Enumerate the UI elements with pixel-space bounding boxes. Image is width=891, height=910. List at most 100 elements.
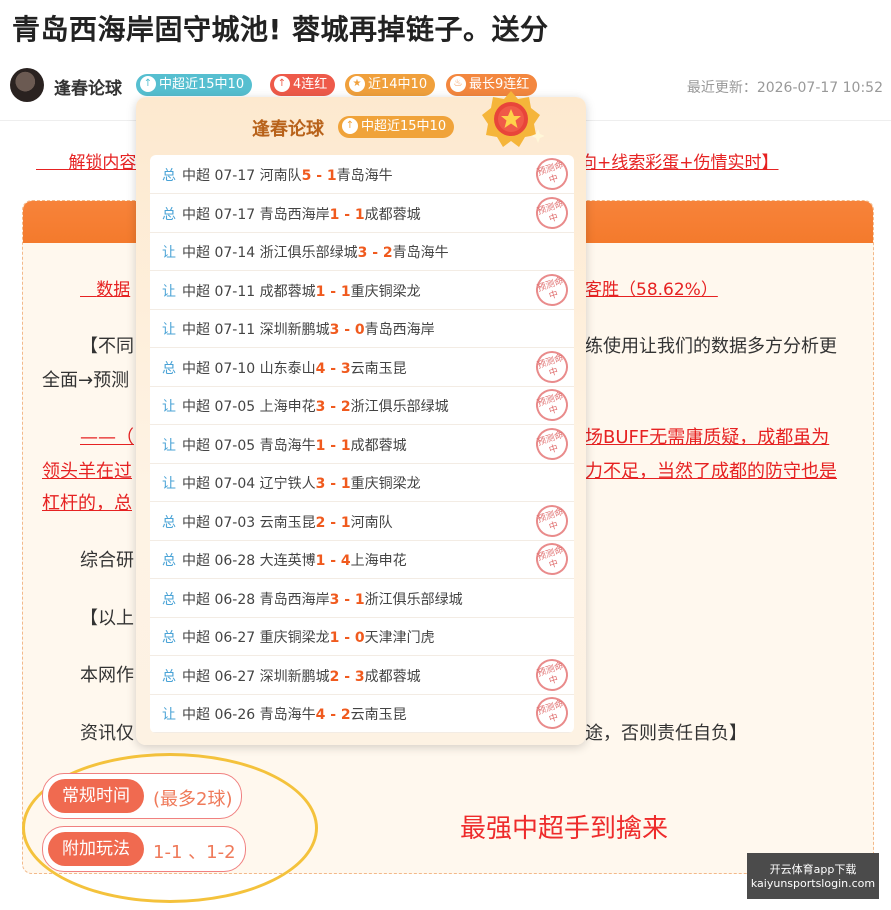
avatar[interactable] [10, 68, 44, 102]
record-away-score: 3 [354, 668, 365, 685]
record-date: 06-26 [214, 707, 256, 723]
para2: 综合研 [80, 550, 134, 571]
record-info: 中超 07-17 青岛西海岸1 - 1成都蓉城 [182, 206, 421, 223]
record-info: 中超 06-27 深圳新鹏城2 - 3成都蓉城 [182, 668, 421, 685]
record-row[interactable]: 总中超 06-27 深圳新鹏城2 - 3成都蓉城 预测命中 [150, 654, 574, 695]
record-row[interactable]: 总中超 06-27 重庆铜梁龙1 - 0天津津门虎 [150, 617, 574, 656]
record-info: 中超 07-10 山东泰山4 - 3云南玉昆 [182, 360, 407, 377]
record-info: 中超 07-05 上海申花3 - 2浙江俱乐部绿城 [182, 399, 449, 415]
record-info: 中超 07-05 青岛海牛1 - 1成都蓉城 [182, 437, 407, 454]
play-label: 附加玩法 [48, 832, 144, 866]
record-date: 06-28 [214, 553, 256, 569]
record-away: 云南玉昆 [350, 360, 407, 377]
record-type: 总 [162, 668, 176, 685]
record-row[interactable]: 总中超 07-10 山东泰山4 - 3云南玉昆 预测命中 [150, 346, 574, 387]
record-type: 总 [162, 360, 176, 377]
record-date: 07-11 [214, 322, 256, 338]
record-home: 大连英博 [259, 553, 316, 569]
record-away-score: 1 [340, 514, 351, 531]
record-home-score: 3 [315, 476, 326, 492]
record-date: 07-05 [214, 437, 256, 454]
record-row[interactable]: 总中超 06-28 青岛西海岸3 - 1浙江俱乐部绿城 [150, 579, 574, 618]
record-row[interactable]: 总中超 06-28 大连英博1 - 4上海申花 预测命中 [150, 538, 574, 580]
para1-left: 【不同 [80, 336, 134, 357]
record-league: 中超 [182, 553, 210, 569]
play-extra[interactable]: 附加玩法 1-1 、1-2 [42, 826, 246, 872]
record-away-score: 1 [326, 168, 337, 184]
author-name[interactable]: 逢春论球 [54, 74, 122, 99]
record-date: 07-10 [214, 360, 256, 377]
record-away-score: 1 [340, 283, 351, 300]
hit-stamp-icon: 预测命中 [531, 654, 573, 695]
record-home-score: 4 [315, 360, 326, 377]
star-icon: ★ [349, 75, 365, 92]
unlock-text-left[interactable]: 解锁内容 [36, 148, 136, 173]
record-away-score: 2 [340, 707, 351, 723]
para4: 本网作 [80, 665, 134, 686]
record-date: 06-28 [214, 591, 256, 608]
record-date: 06-27 [214, 668, 256, 685]
record-away-score: 1 [340, 437, 351, 454]
hit-stamp-icon: 预测命中 [531, 269, 573, 310]
record-away: 上海申花 [350, 553, 407, 569]
record-league: 中超 [182, 399, 210, 415]
record-type: 让 [162, 245, 176, 261]
record-row[interactable]: 总中超 07-17 青岛西海岸1 - 1成都蓉城 预测命中 [150, 192, 574, 233]
hit-stamp-icon: 预测命中 [531, 192, 573, 233]
record-league: 中超 [182, 283, 210, 300]
record-row[interactable]: 让中超 07-11 成都蓉城1 - 1重庆铜梁龙 预测命中 [150, 269, 574, 310]
badge-streak[interactable]: ↑ 4连红 [270, 74, 336, 96]
record-row[interactable]: 让中超 07-11 深圳新鹏城3 - 0青岛西海岸 [150, 309, 574, 348]
record-home: 深圳新鹏城 [259, 322, 330, 338]
record-home: 云南玉昆 [259, 514, 316, 531]
record-away: 河南队 [350, 514, 393, 531]
record-away: 云南玉昆 [350, 707, 407, 723]
record-home-score: 1 [329, 630, 340, 646]
data-line-left: 数据 [96, 280, 131, 300]
record-type: 总 [162, 206, 176, 223]
record-row[interactable]: 让中超 07-05 上海申花3 - 2浙江俱乐部绿城 预测命中 [150, 384, 574, 426]
record-info: 中超 07-11 成都蓉城1 - 1重庆铜梁龙 [182, 283, 421, 300]
record-row[interactable]: 让中超 07-05 青岛海牛1 - 1成都蓉城 预测命中 [150, 423, 574, 464]
record-league: 中超 [182, 476, 210, 492]
record-row[interactable]: 让中超 06-26 青岛海牛4 - 2云南玉昆 预测命中 [150, 692, 574, 733]
para1-line2: 全面→预测 [42, 370, 130, 391]
record-home: 山东泰山 [259, 360, 316, 377]
update-time: 最近更新：2026-07-17 10:52 [686, 80, 883, 96]
record-home-score: 1 [315, 283, 326, 300]
record-away-score: 0 [354, 630, 365, 646]
watermark-line1: 开云体育app下载 [769, 863, 857, 876]
record-home: 成都蓉城 [259, 283, 316, 300]
para3: 【以上 [80, 608, 134, 629]
play-regular-time[interactable]: 常规时间 (最多2球) [42, 773, 242, 819]
record-away-score: 3 [340, 360, 351, 377]
record-row[interactable]: 总中超 07-03 云南玉昆2 - 1河南队 预测命中 [150, 500, 574, 541]
record-home-score: 2 [329, 668, 340, 685]
record-home: 青岛西海岸 [259, 206, 330, 223]
unlock-text-right[interactable]: 向+线索彩蛋+伤情实时】 [580, 148, 779, 173]
record-away: 天津津门虎 [364, 630, 435, 646]
record-league: 中超 [182, 322, 210, 338]
red-para-r2: 力不足，当然了成都的防守也是 [585, 461, 837, 482]
badge-league-record[interactable]: ↑ 中超近15中10 [136, 74, 253, 96]
record-type: 总 [162, 168, 176, 184]
record-date: 07-17 [214, 168, 256, 184]
record-league: 中超 [182, 206, 210, 223]
record-row[interactable]: 总中超 07-17 河南队5 - 1青岛海牛 预测命中 [150, 155, 574, 195]
record-away: 浙江俱乐部绿城 [364, 591, 463, 608]
record-home: 青岛海牛 [259, 707, 316, 723]
record-popover: 逢春论球 ↑ 中超近15中10 总中超 07-17 河南队5 - 1青岛海牛 预测命… [136, 91, 586, 745]
badge-recent-record[interactable]: ★ 近14中10 [345, 74, 436, 96]
record-row[interactable]: 让中超 07-14 浙江俱乐部绿城3 - 2青岛海牛 [150, 232, 574, 271]
record-away-score: 1 [354, 206, 365, 223]
play-value: 1-1 、1-2 [153, 842, 236, 863]
record-home: 重庆铜梁龙 [259, 630, 330, 646]
record-home-score: 5 [301, 168, 312, 184]
red-para-l1: ——（ [80, 427, 134, 448]
record-row[interactable]: 让中超 07-04 辽宁铁人3 - 1重庆铜梁龙 [150, 463, 574, 502]
hit-stamp-icon: 预测命中 [531, 692, 573, 733]
record-away-score: 2 [340, 399, 351, 415]
record-type: 让 [162, 399, 176, 415]
record-info: 中超 06-28 大连英博1 - 4上海申花 [182, 553, 407, 569]
watermark[interactable]: 开云体育app下载 kaiyunsportslogin.com [747, 853, 879, 899]
